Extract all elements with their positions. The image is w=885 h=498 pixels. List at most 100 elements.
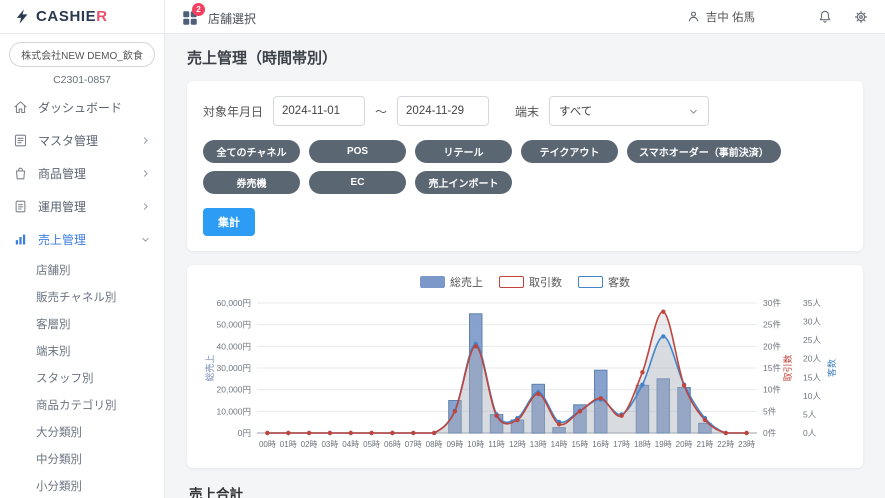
home-icon bbox=[13, 100, 28, 115]
svg-text:0件: 0件 bbox=[763, 428, 777, 438]
svg-text:03時: 03時 bbox=[321, 440, 338, 449]
channel-button-2[interactable]: リテール bbox=[415, 140, 512, 163]
channel-button-6[interactable]: EC bbox=[309, 171, 406, 194]
notification-bell-icon[interactable] bbox=[817, 9, 833, 25]
svg-text:20,000円: 20,000円 bbox=[217, 385, 252, 395]
sidebar-item-label: ダッシュボード bbox=[38, 99, 122, 116]
svg-text:19時: 19時 bbox=[655, 440, 672, 449]
sidebar-subitem-6[interactable]: 大分類別 bbox=[0, 418, 164, 445]
store-select-button[interactable]: 2 店舗選択 bbox=[181, 6, 256, 27]
date-range-label: 対象年月日 bbox=[203, 103, 263, 120]
channel-button-3[interactable]: テイクアウト bbox=[521, 140, 618, 163]
svg-text:01時: 01時 bbox=[280, 440, 297, 449]
svg-text:04時: 04時 bbox=[342, 440, 359, 449]
channel-button-4[interactable]: スマホオーダー（事前決済） bbox=[627, 140, 781, 163]
sidebar-item-2[interactable]: 商品管理 bbox=[0, 157, 164, 190]
channel-button-5[interactable]: 券売機 bbox=[203, 171, 300, 194]
svg-text:50,000円: 50,000円 bbox=[217, 320, 252, 330]
legend-item-客数[interactable]: 客数 bbox=[578, 274, 630, 290]
sidebar-subitem-1[interactable]: 販売チャネル別 bbox=[0, 283, 164, 310]
svg-text:11時: 11時 bbox=[488, 440, 504, 449]
svg-text:10人: 10人 bbox=[803, 391, 821, 401]
svg-text:15人: 15人 bbox=[803, 372, 821, 382]
date-to-input[interactable] bbox=[397, 96, 489, 126]
channel-button-0[interactable]: 全てのチャネル bbox=[203, 140, 300, 163]
svg-text:客数: 客数 bbox=[826, 359, 837, 377]
chevron-right-icon bbox=[140, 201, 151, 212]
date-from-input[interactable] bbox=[273, 96, 365, 126]
svg-text:25人: 25人 bbox=[803, 335, 821, 345]
legend-item-総売上[interactable]: 総売上 bbox=[420, 274, 483, 290]
logo[interactable]: CASHIER bbox=[0, 0, 165, 33]
svg-text:06時: 06時 bbox=[384, 440, 401, 449]
channel-button-7[interactable]: 売上インポート bbox=[415, 171, 512, 194]
sidebar-item-1[interactable]: マスタ管理 bbox=[0, 124, 164, 157]
svg-text:総売上: 総売上 bbox=[204, 354, 215, 381]
legend-swatch bbox=[578, 276, 603, 288]
totals-heading: 売上合計 bbox=[189, 483, 861, 498]
legend-swatch bbox=[420, 276, 445, 288]
svg-text:40,000円: 40,000円 bbox=[217, 341, 252, 351]
svg-text:17時: 17時 bbox=[613, 440, 630, 449]
settings-gear-icon[interactable] bbox=[853, 9, 869, 25]
user-menu[interactable]: 吉中 佑馬 bbox=[687, 9, 755, 25]
company-badge: 株式会社NEW DEMO_飲食 bbox=[9, 42, 155, 67]
svg-text:20人: 20人 bbox=[803, 354, 821, 364]
svg-text:00時: 00時 bbox=[259, 440, 276, 449]
sales-icon bbox=[13, 232, 28, 247]
sidebar-item-4[interactable]: 売上管理 bbox=[0, 223, 164, 256]
sidebar-subitem-2[interactable]: 客層別 bbox=[0, 310, 164, 337]
chart-card: 総売上取引数客数 0円10,000円20,000円30,000円40,000円5… bbox=[187, 265, 863, 468]
sales-chart-svg: 0円 10,000円 20,000円 30,000円 40,000円 50,000円 60,… bbox=[201, 293, 849, 463]
terminal-select[interactable]: すべて bbox=[549, 96, 709, 126]
user-name: 吉中 佑馬 bbox=[706, 9, 755, 25]
sidebar-subitem-7[interactable]: 中分類別 bbox=[0, 445, 164, 472]
svg-text:14時: 14時 bbox=[551, 440, 568, 449]
legend-item-取引数[interactable]: 取引数 bbox=[499, 274, 562, 290]
product-icon bbox=[13, 166, 28, 181]
svg-text:13時: 13時 bbox=[530, 440, 547, 449]
aggregate-button[interactable]: 集計 bbox=[203, 208, 255, 236]
svg-text:18時: 18時 bbox=[634, 440, 651, 449]
svg-text:25件: 25件 bbox=[763, 320, 781, 330]
sidebar-subitem-5[interactable]: 商品カテゴリ別 bbox=[0, 391, 164, 418]
svg-text:0円: 0円 bbox=[238, 428, 251, 438]
sidebar-item-0[interactable]: ダッシュボード bbox=[0, 91, 164, 124]
svg-text:08時: 08時 bbox=[426, 440, 443, 449]
store-count-badge: 2 bbox=[192, 3, 205, 16]
svg-text:35人: 35人 bbox=[803, 298, 821, 308]
svg-text:取引数: 取引数 bbox=[782, 354, 793, 381]
sidebar-item-label: 商品管理 bbox=[38, 165, 86, 182]
svg-text:10時: 10時 bbox=[467, 440, 484, 449]
sidebar-subitem-0[interactable]: 店舗別 bbox=[0, 256, 164, 283]
svg-text:30人: 30人 bbox=[803, 317, 821, 327]
chart-legend: 総売上 取引数客数 bbox=[195, 274, 855, 290]
sales-chart: 0円 10,000円 20,000円 30,000円 40,000円 50,000円 60,… bbox=[195, 293, 855, 466]
svg-text:5人: 5人 bbox=[803, 409, 817, 419]
svg-text:30,000円: 30,000円 bbox=[217, 363, 252, 373]
svg-text:12時: 12時 bbox=[509, 440, 526, 449]
header: CASHIER 2 店舗選択 吉中 佑馬 bbox=[0, 0, 885, 34]
svg-text:10,000円: 10,000円 bbox=[217, 406, 252, 416]
svg-text:20件: 20件 bbox=[763, 341, 781, 351]
sidebar: 株式会社NEW DEMO_飲食 C2301-0857 ダッシュボードマスタ管理商… bbox=[0, 34, 165, 498]
svg-text:20時: 20時 bbox=[676, 440, 693, 449]
sidebar-subitem-8[interactable]: 小分類別 bbox=[0, 472, 164, 498]
sidebar-item-label: マスタ管理 bbox=[38, 132, 98, 149]
svg-text:16時: 16時 bbox=[592, 440, 609, 449]
svg-text:0人: 0人 bbox=[803, 428, 817, 438]
person-icon bbox=[687, 10, 700, 23]
svg-text:30件: 30件 bbox=[763, 298, 781, 308]
svg-text:02時: 02時 bbox=[301, 440, 318, 449]
svg-text:15時: 15時 bbox=[571, 440, 588, 449]
svg-text:60,000円: 60,000円 bbox=[217, 298, 252, 308]
sidebar-subitem-4[interactable]: スタッフ別 bbox=[0, 364, 164, 391]
legend-label: 総売上 bbox=[450, 274, 483, 290]
header-right: 吉中 佑馬 bbox=[687, 9, 869, 25]
legend-label: 取引数 bbox=[529, 274, 562, 290]
sidebar-item-3[interactable]: 運用管理 bbox=[0, 190, 164, 223]
sidebar-item-label: 売上管理 bbox=[38, 231, 86, 248]
sidebar-subitem-3[interactable]: 端末別 bbox=[0, 337, 164, 364]
svg-text:21時: 21時 bbox=[696, 440, 713, 449]
channel-button-1[interactable]: POS bbox=[309, 140, 406, 163]
